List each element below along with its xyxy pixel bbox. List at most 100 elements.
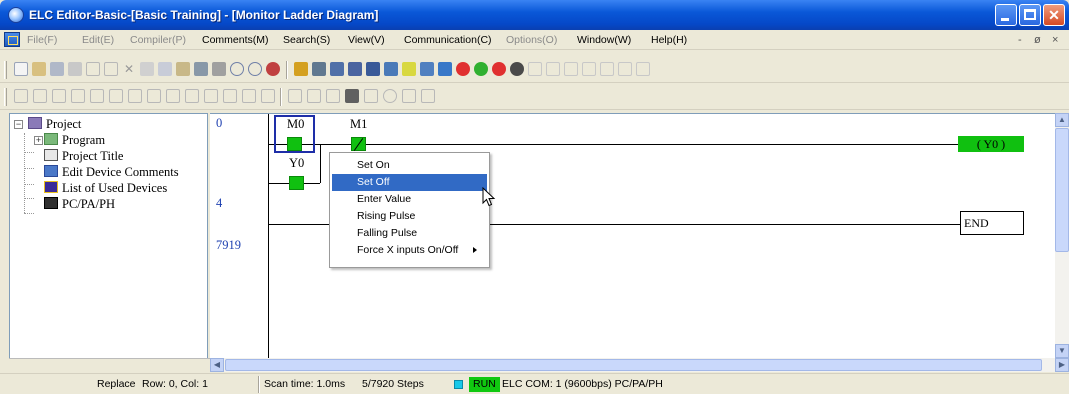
tree-item-edit-device-comments[interactable]: Edit Device Comments [44, 165, 179, 180]
menu-item-enter-value[interactable]: Enter Value [332, 191, 487, 208]
mdi-minimize-button[interactable]: - [1018, 34, 1022, 46]
vertical-line-icon[interactable] [242, 89, 256, 103]
scroll-left-icon[interactable]: ◀ [210, 358, 224, 372]
write-plc-icon[interactable] [546, 62, 560, 76]
falling-edge-icon[interactable] [109, 89, 123, 103]
rising-edge-icon[interactable] [90, 89, 104, 103]
menu-options[interactable]: Options(O) [506, 34, 557, 46]
table-icon[interactable] [402, 89, 416, 103]
compare-icon[interactable] [564, 62, 578, 76]
comment-icon[interactable] [402, 62, 416, 76]
undo-icon[interactable] [86, 62, 100, 76]
document-icon[interactable] [4, 32, 20, 47]
mdi-close-button[interactable]: × [1052, 34, 1058, 46]
maximize-button[interactable] [1019, 4, 1041, 26]
find-icon[interactable] [212, 62, 226, 76]
toolbar-grip[interactable] [4, 88, 7, 106]
monitor-icon[interactable] [266, 62, 280, 76]
project-collapse-toggle[interactable]: − [14, 120, 23, 129]
contact-y0[interactable] [289, 176, 304, 190]
zoom-in-icon[interactable] [230, 62, 244, 76]
menu-communication[interactable]: Communication(C) [404, 34, 492, 46]
tree-scrollbar[interactable] [9, 358, 210, 372]
menu-item-set-on[interactable]: Set On [332, 157, 487, 174]
no-contact-icon[interactable] [14, 89, 28, 103]
delete-line-icon[interactable] [261, 89, 275, 103]
close-button[interactable]: ✕ [1043, 4, 1065, 26]
scroll-up-icon[interactable]: ▲ [1055, 113, 1069, 127]
scroll-thumb[interactable] [225, 359, 1042, 371]
ladder-mode-icon[interactable] [348, 62, 362, 76]
tree-item-pc-pa-ph[interactable]: PC/PA/PH [44, 197, 115, 212]
app-icon[interactable] [8, 7, 24, 23]
read-plc-icon[interactable] [528, 62, 542, 76]
coil-y0[interactable]: ( Y0 ) [958, 136, 1024, 152]
menu-file[interactable]: File(F) [27, 34, 57, 46]
menu-search[interactable]: Search(S) [283, 34, 330, 46]
function-icon[interactable] [185, 89, 199, 103]
redo-icon[interactable] [104, 62, 118, 76]
menu-window[interactable]: Window(W) [577, 34, 631, 46]
end-instruction[interactable]: END [960, 211, 1024, 235]
comment-edit-icon[interactable] [364, 89, 378, 103]
tree-item-project[interactable]: Project [28, 117, 81, 132]
contact-m1[interactable] [351, 137, 366, 151]
contact-m0[interactable] [287, 137, 302, 151]
verify-icon[interactable] [330, 62, 344, 76]
wizard-icon[interactable] [421, 89, 435, 103]
menu-item-force-x-inputs[interactable]: Force X inputs On/Off [332, 242, 487, 259]
vertical-scrollbar[interactable]: ▲ ▼ [1055, 113, 1069, 358]
run-icon[interactable] [474, 62, 488, 76]
halt-icon[interactable] [492, 62, 506, 76]
new-file-icon[interactable] [14, 62, 28, 76]
delete-icon[interactable]: ✕ [122, 62, 136, 76]
insert-row-icon[interactable] [288, 89, 302, 103]
circle-icon[interactable] [383, 89, 397, 103]
save-icon[interactable] [50, 62, 64, 76]
menu-comments[interactable]: Comments(M) [202, 34, 269, 46]
online-icon[interactable] [510, 62, 524, 76]
download-icon[interactable] [600, 62, 614, 76]
parallel-nc-icon[interactable] [71, 89, 85, 103]
horizontal-line-icon[interactable] [223, 89, 237, 103]
scroll-down-icon[interactable]: ▼ [1055, 344, 1069, 358]
open-folder-icon[interactable] [32, 62, 46, 76]
transfer-icon[interactable] [438, 62, 452, 76]
menu-help[interactable]: Help(H) [651, 34, 687, 46]
nc-contact-icon[interactable] [33, 89, 47, 103]
reverse-icon[interactable] [204, 89, 218, 103]
compile-icon[interactable] [312, 62, 326, 76]
program-expand-toggle[interactable]: + [34, 136, 43, 145]
paste-special-icon[interactable] [194, 62, 208, 76]
block-icon[interactable] [345, 89, 359, 103]
parallel-rising-icon[interactable] [128, 89, 142, 103]
device-icon[interactable] [420, 62, 434, 76]
stop-icon[interactable] [456, 62, 470, 76]
tree-item-used-devices[interactable]: List of Used Devices [44, 181, 167, 196]
draw-line-icon[interactable] [326, 89, 340, 103]
scroll-right-icon[interactable]: ▶ [1055, 358, 1069, 372]
parallel-no-icon[interactable] [52, 89, 66, 103]
horizontal-scrollbar[interactable]: ◀ ▶ [210, 358, 1069, 372]
menu-compiler[interactable]: Compiler(P) [130, 34, 186, 46]
zoom-out-icon[interactable] [248, 62, 262, 76]
menu-item-falling-pulse[interactable]: Falling Pulse [332, 225, 487, 242]
plc-status-icon[interactable] [636, 62, 650, 76]
mdi-restore-button[interactable]: ø [1034, 34, 1041, 46]
menu-item-rising-pulse[interactable]: Rising Pulse [332, 208, 487, 225]
scroll-thumb[interactable] [1055, 128, 1069, 252]
instruction-mode-icon[interactable] [366, 62, 380, 76]
menu-edit[interactable]: Edit(E) [82, 34, 114, 46]
tree-item-project-title[interactable]: Project Title [44, 149, 123, 164]
copy-icon[interactable] [158, 62, 172, 76]
toolbar-grip[interactable] [4, 61, 7, 79]
print-icon[interactable] [68, 62, 82, 76]
insert-column-icon[interactable] [307, 89, 321, 103]
minimize-button[interactable] [995, 4, 1017, 26]
settings-icon[interactable] [618, 62, 632, 76]
paste-icon[interactable] [176, 62, 190, 76]
parallel-falling-icon[interactable] [147, 89, 161, 103]
cut-icon[interactable] [140, 62, 154, 76]
program-icon[interactable] [294, 62, 308, 76]
tree-item-program[interactable]: Program [44, 133, 105, 148]
